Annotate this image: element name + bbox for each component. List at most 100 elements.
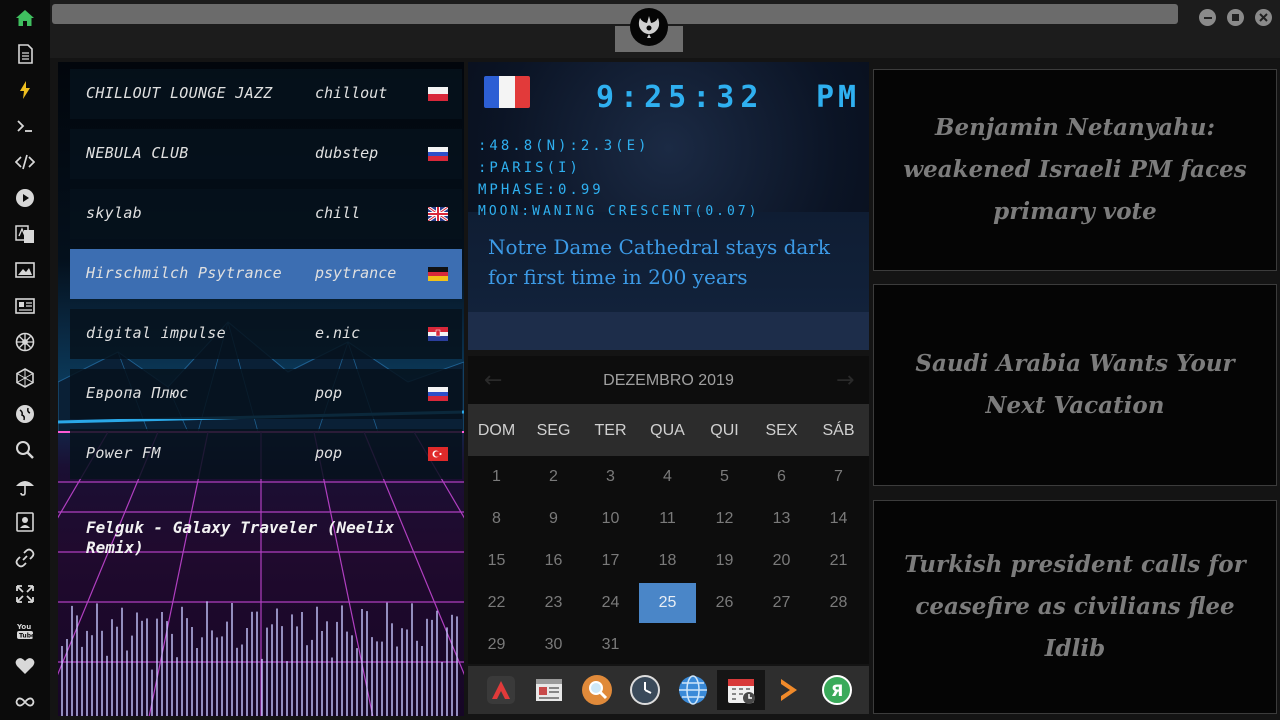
calendar-day[interactable]: 24 bbox=[582, 583, 639, 623]
calendar-day[interactable]: 3 bbox=[582, 457, 639, 497]
clock-headline[interactable]: Notre Dame Cathedral stays dark for firs… bbox=[488, 232, 848, 292]
station-row[interactable]: Европа Плюс pop bbox=[70, 369, 462, 419]
clock-moon-description: MOON:WANING CRESCENT(0.07) bbox=[478, 204, 760, 219]
calendar-day[interactable]: 12 bbox=[696, 499, 753, 539]
clock-time: 9:25:32 bbox=[596, 80, 765, 115]
calendar-icon[interactable] bbox=[717, 670, 765, 710]
calendar-day[interactable]: 2 bbox=[525, 457, 582, 497]
calendar-day[interactable]: 11 bbox=[639, 499, 696, 539]
clock-ampm: PM bbox=[816, 80, 861, 115]
turkey-flag bbox=[428, 447, 448, 461]
image-icon[interactable] bbox=[13, 258, 37, 282]
calendar-day[interactable]: 23 bbox=[525, 583, 582, 623]
next-month-arrow-icon[interactable]: → bbox=[836, 368, 854, 393]
calendar-day[interactable]: 29 bbox=[468, 625, 525, 665]
station-row[interactable]: Power FM pop bbox=[70, 429, 462, 479]
station-name: NEBULA CLUB bbox=[86, 144, 189, 162]
globe-icon[interactable] bbox=[13, 402, 37, 426]
calendar-day[interactable]: 21 bbox=[810, 541, 867, 581]
newspaper-icon[interactable] bbox=[13, 294, 37, 318]
umbrella-icon[interactable] bbox=[13, 474, 37, 498]
calendar-day[interactable]: 28 bbox=[810, 583, 867, 623]
app-dock: Я bbox=[468, 666, 869, 714]
news-card[interactable]: Benjamin Netanyahu: weakened Israeli PM … bbox=[873, 69, 1277, 271]
maximize-button[interactable] bbox=[1227, 9, 1244, 26]
weekday-header: DOM SEG TER QUA QUI SEX SÁB bbox=[468, 404, 869, 456]
station-row[interactable]: Hirschmilch Psytrance psytrance bbox=[70, 249, 462, 299]
code-icon[interactable] bbox=[13, 150, 37, 174]
calendar-day[interactable]: 7 bbox=[810, 457, 867, 497]
heart-icon[interactable] bbox=[13, 654, 37, 678]
clock-city: :PARIS(I) bbox=[478, 160, 581, 176]
station-row[interactable]: CHILLOUT LOUNGE JAZZ chillout bbox=[70, 69, 462, 119]
search-icon[interactable] bbox=[13, 438, 37, 462]
address-bar[interactable] bbox=[52, 4, 1178, 24]
launcher-icon[interactable] bbox=[481, 670, 521, 710]
calendar-day[interactable]: 16 bbox=[525, 541, 582, 581]
infinity-icon[interactable] bbox=[13, 690, 37, 714]
translate-icon[interactable] bbox=[13, 222, 37, 246]
uk-flag bbox=[428, 207, 448, 221]
news-headline: Turkish president calls for ceasefire as… bbox=[904, 551, 1246, 662]
now-playing-title: Felguk - Galaxy Traveler (Neelix Remix) bbox=[86, 518, 395, 557]
calendar-day[interactable]: 18 bbox=[639, 541, 696, 581]
news-card[interactable]: Turkish president calls for ceasefire as… bbox=[873, 500, 1277, 714]
calendar-day[interactable]: 5 bbox=[696, 457, 753, 497]
russia-flag bbox=[428, 387, 448, 401]
calendar-day[interactable]: 22 bbox=[468, 583, 525, 623]
station-genre: pop bbox=[315, 384, 343, 402]
news-card[interactable]: Saudi Arabia Wants Your Next Vacation bbox=[873, 284, 1277, 486]
station-name: skylab bbox=[86, 204, 142, 222]
calendar-day[interactable]: 6 bbox=[753, 457, 810, 497]
station-name: Европа Плюс bbox=[86, 384, 189, 402]
calendar-day[interactable]: 17 bbox=[582, 541, 639, 581]
globe-icon[interactable] bbox=[673, 670, 713, 710]
station-genre: chillout bbox=[315, 84, 388, 102]
station-row[interactable]: NEBULA CLUB dubstep bbox=[70, 129, 462, 179]
clock-icon[interactable] bbox=[625, 670, 665, 710]
home-icon[interactable] bbox=[13, 6, 37, 30]
hexagon-icon[interactable] bbox=[13, 366, 37, 390]
yandex-icon[interactable]: Я bbox=[817, 670, 857, 710]
weekday-label: SEX bbox=[765, 422, 798, 439]
play-circle-icon[interactable] bbox=[13, 186, 37, 210]
calendar-day[interactable]: 31 bbox=[582, 625, 639, 665]
youtube-icon[interactable]: You Tube bbox=[13, 618, 37, 642]
calendar-day[interactable]: 8 bbox=[468, 499, 525, 539]
calendar-widget: ← DEZEMBRO 2019 → DOM SEG TER QUA QUI SE… bbox=[468, 356, 869, 664]
calendar-day[interactable]: 27 bbox=[753, 583, 810, 623]
play-arrow-icon[interactable] bbox=[769, 670, 809, 710]
lightning-icon[interactable] bbox=[13, 78, 37, 102]
link-icon[interactable] bbox=[13, 546, 37, 570]
calendar-day[interactable]: 4 bbox=[639, 457, 696, 497]
rebel-alliance-logo-icon[interactable] bbox=[630, 8, 668, 46]
calendar-day[interactable]: 10 bbox=[582, 499, 639, 539]
calendar-day[interactable]: 30 bbox=[525, 625, 582, 665]
calendar-day[interactable]: 26 bbox=[696, 583, 753, 623]
fullscreen-icon[interactable] bbox=[13, 582, 37, 606]
calendar-day-today[interactable]: 25 bbox=[639, 583, 696, 623]
contact-card-icon[interactable] bbox=[13, 510, 37, 534]
search-icon[interactable] bbox=[577, 670, 617, 710]
news-headline: Benjamin Netanyahu: weakened Israeli PM … bbox=[903, 114, 1247, 225]
calendar-day[interactable]: 13 bbox=[753, 499, 810, 539]
minimize-button[interactable] bbox=[1199, 9, 1216, 26]
empire-emblem-icon[interactable] bbox=[13, 330, 37, 354]
terminal-icon[interactable] bbox=[13, 114, 37, 138]
calendar-day[interactable]: 19 bbox=[696, 541, 753, 581]
calendar-day[interactable]: 20 bbox=[753, 541, 810, 581]
document-icon[interactable] bbox=[13, 42, 37, 66]
station-name: Hirschmilch Psytrance bbox=[86, 264, 282, 282]
news-reader-icon[interactable] bbox=[529, 670, 569, 710]
radio-panel: CHILLOUT LOUNGE JAZZ chillout NEBULA CLUB d… bbox=[58, 62, 464, 716]
close-button[interactable] bbox=[1255, 9, 1272, 26]
calendar-day[interactable]: 9 bbox=[525, 499, 582, 539]
clock-coordinates: :48.8(N):2.3(E) bbox=[478, 138, 650, 154]
calendar-day[interactable]: 1 bbox=[468, 457, 525, 497]
station-row[interactable]: skylab chill bbox=[70, 189, 462, 239]
station-genre: chill bbox=[315, 204, 361, 222]
station-row[interactable]: digital impulse e.nic bbox=[70, 309, 462, 359]
germany-flag bbox=[428, 267, 448, 281]
calendar-day[interactable]: 14 bbox=[810, 499, 867, 539]
calendar-day[interactable]: 15 bbox=[468, 541, 525, 581]
